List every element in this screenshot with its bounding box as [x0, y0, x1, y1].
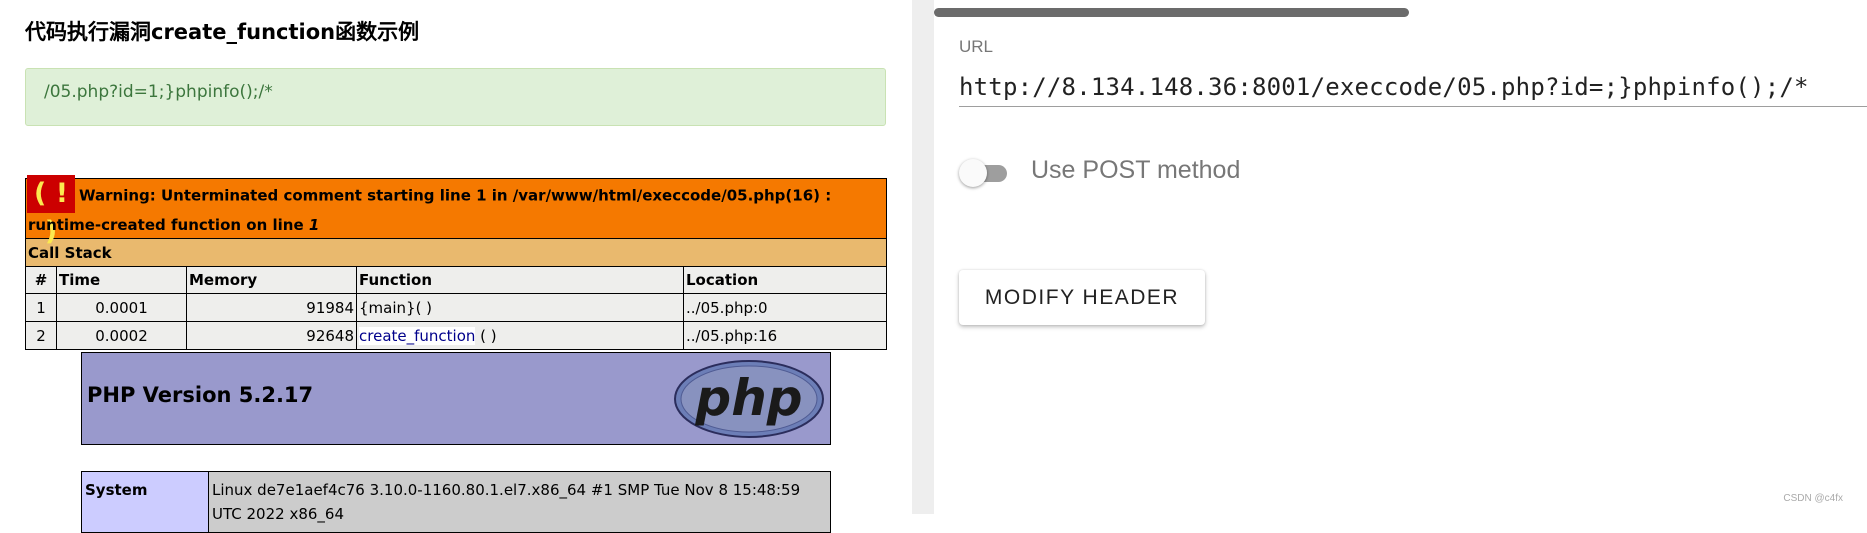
hackbar-panel: URL http://8.134.148.36:8001/execcode/05… [934, 0, 1867, 514]
watermark: CSDN @c4fx [1783, 493, 1843, 504]
col-header-time: Time [56, 266, 187, 294]
table-row: 1 0.0001 91984 {main}( ) ../05.php:0 [25, 293, 887, 322]
post-method-toggle[interactable] [959, 158, 1009, 188]
row-function: create_function ( ) [356, 321, 684, 350]
php-logo-icon[interactable]: php [673, 359, 825, 439]
warning-icon: ( ! ) [27, 175, 75, 247]
system-value: Linux de7e1aef4c76 3.10.0-1160.80.1.el7.… [208, 471, 831, 533]
phpinfo-header: PHP Version 5.2.17 php [81, 352, 831, 445]
row-num: 1 [25, 293, 57, 322]
url-input[interactable]: http://8.134.148.36:8001/execcode/05.php… [959, 70, 1867, 107]
modify-header-button[interactable]: MODIFY HEADER [959, 270, 1205, 325]
table-row: System Linux de7e1aef4c76 3.10.0-1160.80… [81, 471, 831, 533]
system-key: System [81, 471, 209, 533]
warning-message: Warning: Unterminated comment starting l… [28, 186, 832, 235]
pane-divider[interactable] [912, 0, 934, 514]
col-header-memory: Memory [186, 266, 357, 294]
call-stack-row: Call Stack [25, 238, 887, 267]
call-stack-label: Call Stack [25, 238, 887, 267]
payload-alert: /05.php?id=1;}phpinfo();/* [25, 68, 886, 126]
row-location: ../05.php:0 [683, 293, 887, 322]
url-input-value[interactable]: http://8.134.148.36:8001/execcode/05.php… [959, 73, 1809, 101]
post-method-label[interactable]: Use POST method [1031, 156, 1240, 185]
row-memory: 92648 [186, 321, 357, 350]
page-content-pane: 代码执行漏洞create_function函数示例 /05.php?id=1;}… [0, 0, 912, 533]
payload-text: /05.php?id=1;}phpinfo();/* [44, 82, 273, 102]
col-header-function: Function [356, 266, 684, 294]
function-doc-link[interactable]: create_function [359, 326, 476, 345]
row-time: 0.0002 [56, 321, 187, 350]
php-logo-text: php [694, 369, 802, 427]
col-header-num: # [25, 266, 57, 294]
warning-row: ( ! )Warning: Unterminated comment start… [25, 175, 887, 247]
row-num: 2 [25, 321, 57, 350]
row-location: ../05.php:16 [683, 321, 887, 350]
phpinfo-system-table: System Linux de7e1aef4c76 3.10.0-1160.80… [81, 471, 831, 533]
function-parens: ( ) [475, 326, 497, 345]
toggle-knob[interactable] [959, 159, 987, 187]
table-row: 2 0.0002 92648 create_function ( ) ../05… [25, 321, 887, 350]
warning-line-number: 1 [308, 216, 320, 234]
row-function: {main}( ) [356, 293, 684, 322]
page-title: 代码执行漏洞create_function函数示例 [25, 20, 420, 44]
row-memory: 91984 [186, 293, 357, 322]
call-stack-header-row: # Time Memory Function Location [25, 266, 887, 294]
url-label: URL [959, 37, 994, 56]
xdebug-error-table: ( ! )Warning: Unterminated comment start… [25, 175, 887, 350]
warning-cell: ( ! )Warning: Unterminated comment start… [25, 175, 887, 247]
row-time: 0.0001 [56, 293, 187, 322]
col-header-location: Location [683, 266, 887, 294]
php-version-heading: PHP Version 5.2.17 [87, 383, 314, 407]
